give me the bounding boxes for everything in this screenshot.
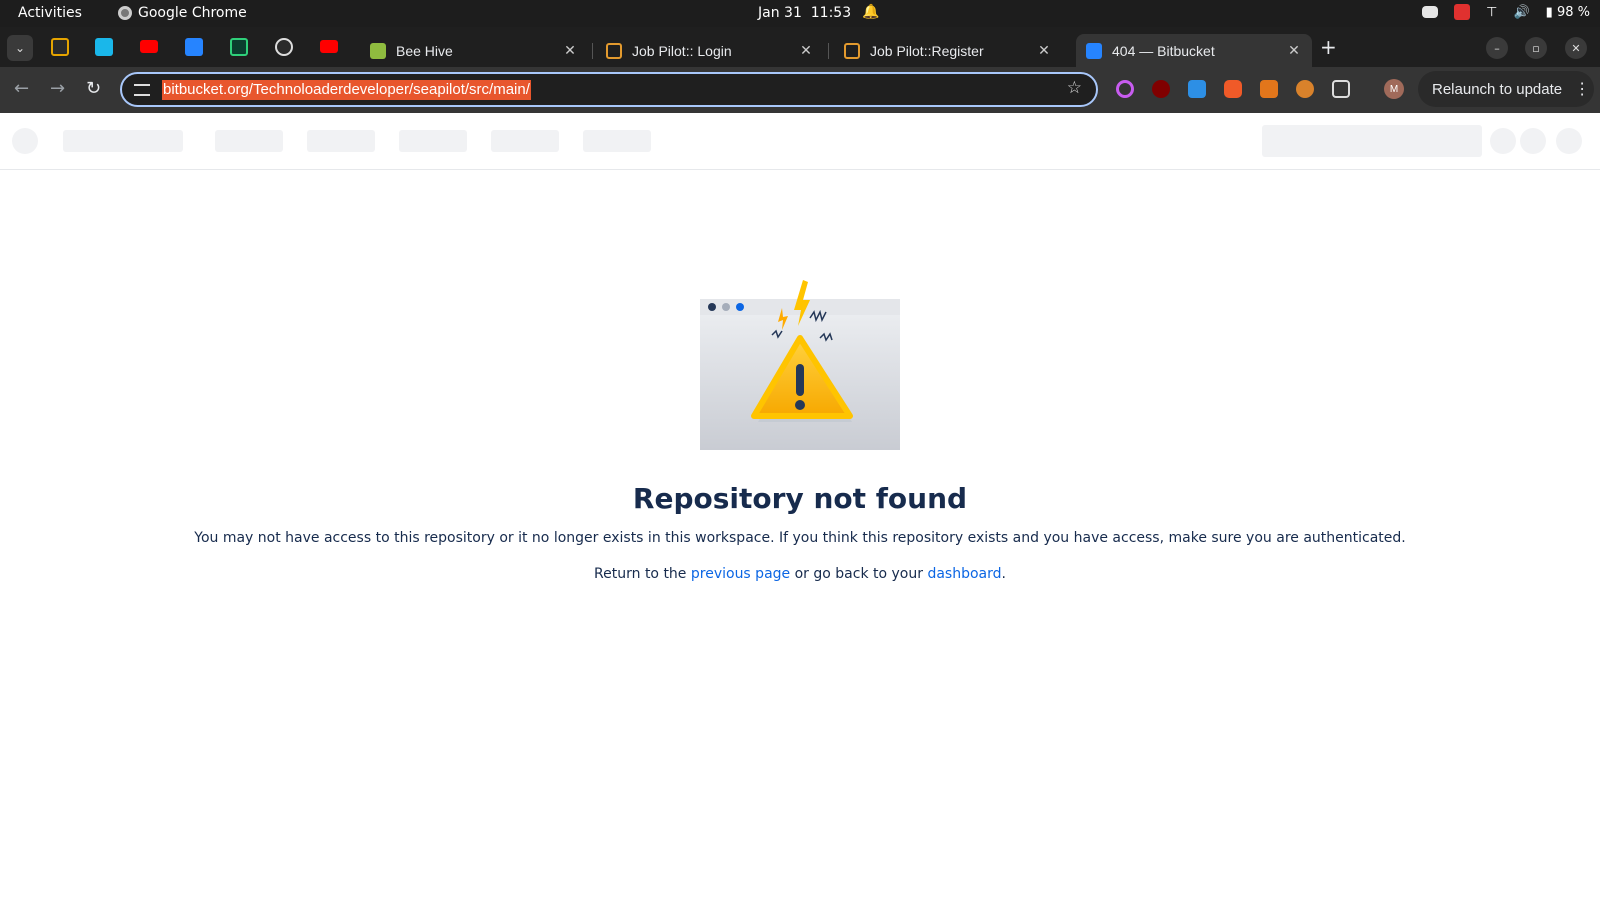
system-tray[interactable]: ⊤ 🔊 ▮ 98 %: [1422, 4, 1590, 20]
volume-icon: 🔊: [1513, 4, 1530, 20]
bitbucket-favicon: [1086, 42, 1102, 59]
close-tab-icon[interactable]: ✕: [560, 42, 580, 59]
anydesk-icon[interactable]: [1454, 4, 1471, 20]
relaunch-to-update-button[interactable]: Relaunch to update ⋮: [1418, 71, 1594, 107]
tab-bee-hive[interactable]: Bee Hive ✕: [360, 34, 588, 67]
bitbucket-header-skeleton: [0, 113, 1600, 170]
error-description: You may not have access to this reposito…: [194, 530, 1406, 546]
briefcase-favicon: [606, 42, 622, 59]
skeleton-nav-item: [399, 130, 467, 152]
tab-label: Job Pilot::Register: [870, 42, 984, 59]
bookmark-star-icon[interactable]: ☆: [1067, 78, 1082, 98]
date: Jan 31: [758, 5, 802, 21]
return-suffix: .: [1001, 566, 1006, 582]
minimize-button[interactable]: –: [1486, 37, 1508, 59]
skeleton-nav-item: [491, 130, 559, 152]
tab-divider: [592, 43, 593, 59]
skeleton-icon: [1520, 128, 1546, 154]
maximize-button[interactable]: ▫: [1525, 37, 1547, 59]
return-message: Return to the previous page or go back t…: [0, 566, 1600, 582]
menu-kebab-icon[interactable]: ⋮: [1574, 79, 1590, 99]
app-name: Google Chrome: [138, 5, 247, 21]
skeleton-logo: [12, 128, 38, 154]
new-tab-button[interactable]: +: [1320, 35, 1337, 59]
site-settings-icon[interactable]: [134, 83, 150, 96]
tab-divider: [828, 43, 829, 59]
pinned-tab-bitbucket-icon[interactable]: [185, 38, 203, 56]
pinned-tab-youtube-icon[interactable]: [140, 40, 158, 53]
tab-label: Job Pilot:: Login: [632, 42, 732, 59]
skeleton-nav-item: [307, 130, 375, 152]
return-prefix: Return to the: [594, 566, 691, 582]
skeleton-icon: [1490, 128, 1516, 154]
record-extension-icon[interactable]: [1224, 80, 1242, 98]
pinned-tab-monitor-icon[interactable]: [230, 38, 248, 56]
discord-icon[interactable]: [1422, 6, 1439, 18]
time: 11:53: [810, 5, 852, 21]
app-menu[interactable]: Google Chrome: [118, 5, 247, 21]
bee-hive-favicon: [370, 42, 386, 59]
chrome-icon: [118, 6, 132, 20]
forward-arrow-icon[interactable]: →: [50, 78, 65, 99]
activities-button[interactable]: Activities: [18, 5, 82, 21]
reload-icon[interactable]: ↻: [86, 78, 101, 99]
notification-bell-icon[interactable]: 🔔: [862, 4, 879, 20]
page-title: Repository not found: [632, 482, 968, 515]
warning-illustration: [700, 280, 900, 450]
pinned-tab-goldfish-icon[interactable]: [51, 38, 69, 56]
network-icon: ⊤: [1486, 4, 1498, 20]
color-picker-extension-icon[interactable]: [1116, 80, 1134, 98]
close-tab-icon[interactable]: ✕: [1034, 42, 1054, 59]
system-top-bar: Activities Google Chrome Jan 31 11:53 🔔 …: [0, 0, 1600, 27]
browser-toolbar: ← → ↻ bitbucket.org/Technoloaderdevelope…: [0, 67, 1600, 113]
pinned-tab-vimeo-icon[interactable]: [95, 38, 113, 56]
battery-status: ▮ 98 %: [1545, 4, 1590, 20]
briefcase-favicon: [844, 42, 860, 59]
tab-job-pilot-login[interactable]: Job Pilot:: Login ✕: [596, 34, 824, 67]
ublock-extension-icon[interactable]: [1152, 80, 1170, 98]
fi-extension-icon[interactable]: [1188, 80, 1206, 98]
pinned-tab-chatgpt-icon[interactable]: [275, 38, 293, 56]
relaunch-label: Relaunch to update: [1432, 80, 1563, 98]
address-bar[interactable]: bitbucket.org/Technoloaderdeveloper/seap…: [120, 72, 1098, 107]
tab-label: Bee Hive: [396, 42, 453, 59]
clock[interactable]: Jan 31 11:53: [758, 5, 851, 21]
main-content: Repository not found You may not have ac…: [0, 170, 1600, 900]
close-tab-icon[interactable]: ✕: [796, 42, 816, 59]
skeleton-nav-item: [215, 130, 283, 152]
url-text[interactable]: bitbucket.org/Technoloaderdeveloper/seap…: [162, 79, 531, 100]
back-arrow-icon[interactable]: ←: [14, 78, 29, 99]
skeleton-avatar: [1556, 128, 1582, 154]
skeleton-search: [1262, 125, 1482, 157]
pinned-tab-youtube-icon-2[interactable]: [320, 40, 338, 53]
tab-label: 404 — Bitbucket: [1112, 42, 1215, 59]
previous-page-link[interactable]: previous page: [691, 566, 790, 582]
cookie-extension-icon[interactable]: [1296, 80, 1314, 98]
return-middle: or go back to your: [790, 566, 928, 582]
tab-search-button[interactable]: ⌄: [7, 35, 33, 61]
extensions-puzzle-icon[interactable]: [1332, 80, 1350, 98]
tab-job-pilot-register[interactable]: Job Pilot::Register ✕: [834, 34, 1062, 67]
dashboard-link[interactable]: dashboard: [927, 566, 1001, 582]
battery-percent: 98 %: [1556, 4, 1590, 20]
tab-strip: ⌄ Bee Hive ✕ Job Pilot:: Login ✕ Job Pil…: [0, 27, 1600, 67]
close-tab-icon[interactable]: ✕: [1284, 42, 1304, 59]
close-window-button[interactable]: ✕: [1565, 37, 1587, 59]
skeleton-nav-item: [583, 130, 651, 152]
tab-bitbucket-404[interactable]: 404 — Bitbucket ✕: [1076, 34, 1312, 67]
metamask-extension-icon[interactable]: [1260, 80, 1278, 98]
skeleton-product: [63, 130, 183, 152]
profile-avatar[interactable]: M: [1384, 79, 1404, 99]
